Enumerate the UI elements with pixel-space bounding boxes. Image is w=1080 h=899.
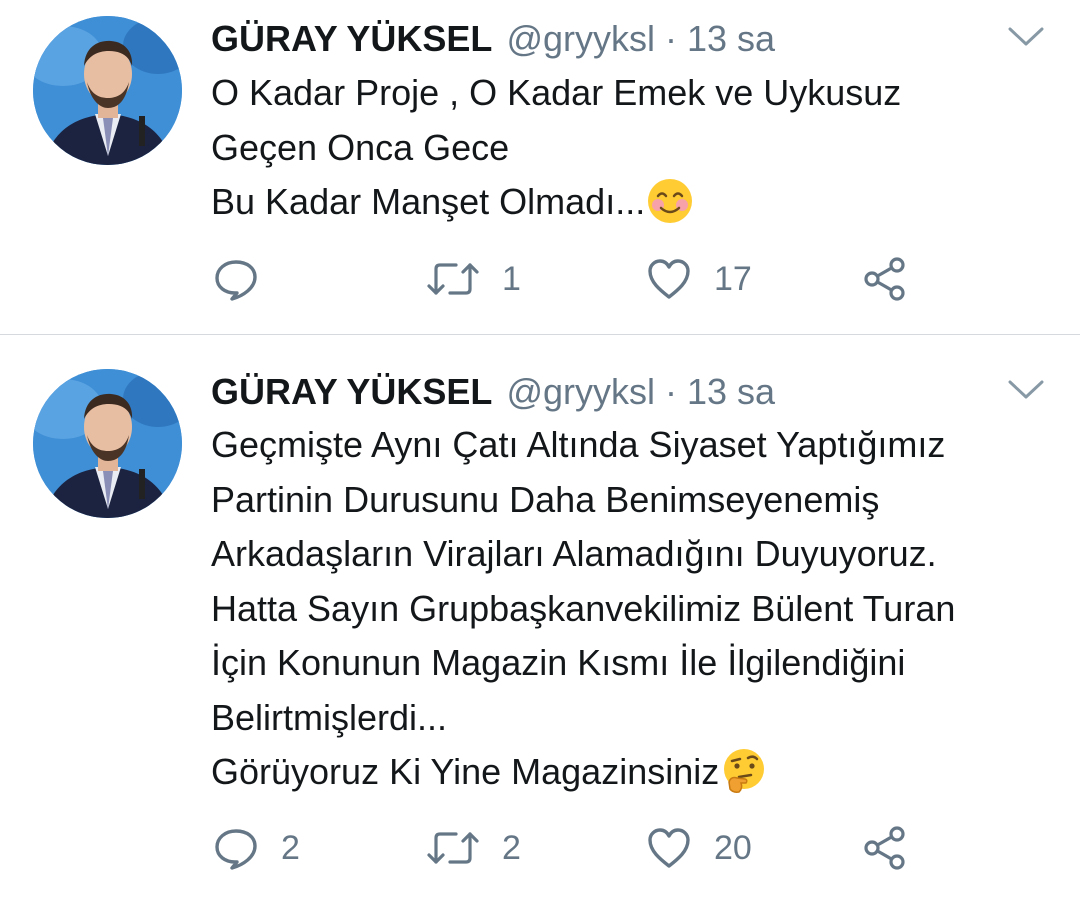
timestamp[interactable]: 13 sa	[687, 368, 775, 416]
reply-button[interactable]: 2	[213, 823, 300, 873]
reply-button[interactable]	[213, 254, 281, 304]
separator-dot: ·	[665, 18, 677, 59]
avatar[interactable]	[33, 369, 182, 518]
like-count: 20	[714, 828, 752, 867]
tweet-header: GÜRAY YÜKSEL @gryyksl · 13 sa	[211, 368, 775, 416]
tweet-header: GÜRAY YÜKSEL @gryyksl · 13 sa	[211, 15, 775, 63]
tweet-text-line: Belirtmişlerdi...	[211, 696, 448, 738]
tweet-text-line: O Kadar Proje , O Kadar Emek ve Uykusuz	[211, 72, 902, 113]
retweet-button[interactable]: 2	[426, 823, 521, 873]
tweet-text-line: Partinin Durusunu Daha Benimseyenemiş	[211, 478, 880, 520]
heart-icon	[646, 257, 692, 301]
tweet-text: O Kadar Proje , O Kadar Emek ve Uykusuz …	[211, 66, 1061, 230]
share-icon	[861, 255, 909, 303]
tweet[interactable]: GÜRAY YÜKSEL @gryyksl · 13 sa Geçmişte A…	[0, 335, 1080, 899]
share-icon	[861, 824, 909, 872]
tweet-text-fragment: Bu Kadar Manşet Olmadı...	[211, 181, 646, 222]
tweet-text-fragment: Görüyoruz Ki Yine Magazinsiniz	[211, 751, 720, 792]
reply-count: 2	[281, 828, 300, 867]
tweet[interactable]: GÜRAY YÜKSEL @gryyksl · 13 sa O Kadar Pr…	[0, 0, 1080, 334]
author-handle[interactable]: @gryyksl	[506, 368, 655, 416]
smiling-face-with-blush-emoji	[647, 178, 693, 224]
like-count: 17	[714, 259, 752, 298]
like-button[interactable]: 20	[646, 823, 752, 873]
retweet-count: 2	[502, 828, 521, 867]
separator-dot: ·	[665, 371, 677, 412]
share-button[interactable]	[861, 254, 909, 304]
author-name[interactable]: GÜRAY YÜKSEL	[211, 15, 492, 63]
share-button[interactable]	[861, 823, 909, 873]
tweet-text: Geçmişte Aynı Çatı Altında Siyaset Yaptı…	[211, 418, 1061, 800]
retweet-icon	[426, 828, 480, 868]
reply-icon	[213, 256, 259, 302]
tweet-text-line: İçin Konunun Magazin Kısmı İle İlgilendi…	[211, 642, 906, 683]
reply-icon	[213, 825, 259, 871]
chevron-down-icon[interactable]	[1006, 377, 1046, 403]
retweet-count: 1	[502, 259, 521, 298]
like-button[interactable]: 17	[646, 254, 752, 304]
avatar[interactable]	[33, 16, 182, 165]
tweet-actions: 2 2 20	[0, 823, 1080, 873]
tweet-text-line: Geçen Onca Gece	[211, 126, 510, 168]
thinking-face-emoji	[721, 748, 767, 794]
author-name[interactable]: GÜRAY YÜKSEL	[211, 368, 492, 416]
tweet-text-line: Hatta Sayın Grupbaşkanvekilimiz Bülent T…	[211, 587, 956, 629]
tweet-text-line: Arkadaşların Virajları Alamadığını Duyuy…	[211, 533, 937, 574]
heart-icon	[646, 826, 692, 870]
retweet-button[interactable]: 1	[426, 254, 521, 304]
tweet-text-line: Görüyoruz Ki Yine Magazinsiniz	[211, 745, 1061, 800]
retweet-icon	[426, 259, 480, 299]
tweet-text-line: Geçmişte Aynı Çatı Altında Siyaset Yaptı…	[211, 424, 946, 465]
tweet-actions: 1 17	[0, 254, 1080, 304]
author-handle[interactable]: @gryyksl	[506, 15, 655, 63]
chevron-down-icon[interactable]	[1006, 24, 1046, 50]
timestamp[interactable]: 13 sa	[687, 15, 775, 63]
tweet-text-line: Bu Kadar Manşet Olmadı...	[211, 175, 1061, 230]
